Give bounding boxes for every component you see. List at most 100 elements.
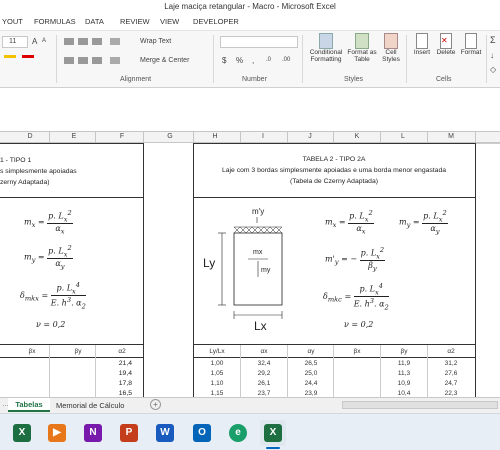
decrease-decimal-icon[interactable]: .00 xyxy=(282,57,290,63)
align-top-icon[interactable] xyxy=(64,38,74,45)
horizontal-scrollbar[interactable] xyxy=(342,401,498,409)
formula-area xyxy=(0,89,500,131)
delete-icon: ✕ xyxy=(440,33,452,49)
fill-color-icon[interactable] xyxy=(4,55,16,58)
fig-label-lx: Lx xyxy=(254,319,267,333)
table-cell[interactable]: 22,3 xyxy=(430,390,472,397)
clear-icon[interactable]: ◇ xyxy=(490,65,496,74)
number-format-dropdown[interactable] xyxy=(220,36,298,48)
format-as-table-button[interactable]: Format as Table xyxy=(346,33,378,63)
fig-label-my: my xyxy=(261,267,271,274)
col-header-f[interactable]: F xyxy=(112,133,132,140)
fill-icon[interactable]: ↓ xyxy=(490,51,494,60)
col-header-i[interactable]: I xyxy=(253,133,273,140)
col-header-l[interactable]: L xyxy=(393,133,413,140)
table-cell[interactable]: 26,1 xyxy=(243,380,285,387)
right-header-bx: βx xyxy=(353,348,361,355)
tab-review[interactable]: REVIEW xyxy=(120,17,150,26)
font-size-box[interactable]: 11 xyxy=(2,36,28,48)
col-header-j[interactable]: J xyxy=(300,133,320,140)
align-middle-icon[interactable] xyxy=(78,38,88,45)
word-taskbar-icon[interactable]: W xyxy=(156,424,174,442)
tab-developer[interactable]: DEVELOPER xyxy=(193,17,239,26)
outlook-taskbar-icon[interactable]: O xyxy=(193,424,211,442)
conditional-formatting-button[interactable]: Conditional Formatting xyxy=(306,33,346,63)
tab-formulas[interactable]: FORMULAS xyxy=(34,17,76,26)
col-header-g[interactable]: G xyxy=(160,133,180,140)
font-color-icon[interactable] xyxy=(22,55,34,58)
align-center-icon[interactable] xyxy=(78,57,88,64)
align-right-icon[interactable] xyxy=(92,57,102,64)
col-header-h[interactable]: H xyxy=(205,133,225,140)
wrap-text-button[interactable]: Wrap Text xyxy=(140,38,171,45)
excel-active-taskbar-icon[interactable]: X xyxy=(264,424,282,442)
format-as-table-icon xyxy=(355,33,369,49)
right-formula-mx: mx = p. Lx2 αx xyxy=(325,209,374,236)
table-cell[interactable]: 23,9 xyxy=(290,390,332,397)
left-caption-2: s simplesmente apoiadas xyxy=(0,168,77,175)
right-caption-1: TABELA 2 - TIPO 2A xyxy=(302,156,366,163)
shrink-font-icon[interactable]: A xyxy=(42,38,46,44)
table-cell[interactable]: 24,4 xyxy=(290,380,332,387)
table-cell[interactable]: 29,2 xyxy=(243,370,285,377)
insert-button[interactable]: Insert xyxy=(410,33,434,56)
table-cell[interactable]: 11,3 xyxy=(383,370,425,377)
sheet-tab-memorial[interactable]: Memorial de Cálculo xyxy=(56,401,124,410)
table-cell[interactable]: 24,7 xyxy=(430,380,472,387)
table-cell[interactable]: 11,9 xyxy=(383,360,425,367)
delete-button[interactable]: ✕ Delete xyxy=(434,33,458,56)
right-formula-delta: δmkc = p. Lx4 E. h3. α2 xyxy=(323,282,389,312)
active-indicator xyxy=(266,447,280,449)
styles-group-label: Styles xyxy=(344,76,364,83)
tab-data[interactable]: DATA xyxy=(85,17,104,26)
col-header-m[interactable]: M xyxy=(441,133,461,140)
onenote-taskbar-icon[interactable]: N xyxy=(84,424,102,442)
merge-center-button[interactable]: Merge & Center xyxy=(140,57,189,64)
left-cell-a2-3[interactable]: 17,8 xyxy=(100,380,132,387)
orientation-icon[interactable] xyxy=(110,38,120,45)
left-header-a2: α2 xyxy=(118,348,126,355)
powerpoint-taskbar-icon[interactable]: P xyxy=(120,424,138,442)
media-taskbar-icon[interactable]: ▶ xyxy=(48,424,66,442)
table-cell[interactable]: 10,4 xyxy=(383,390,425,397)
align-bottom-icon[interactable] xyxy=(92,38,102,45)
add-sheet-icon[interactable]: + xyxy=(150,399,161,410)
ribbon: 11 A A Wrap Text Merge & Center Alignmen… xyxy=(0,30,500,88)
table-cell[interactable]: 1,10 xyxy=(196,380,238,387)
table-cell[interactable]: 1,00 xyxy=(196,360,238,367)
table-cell[interactable]: 27,6 xyxy=(430,370,472,377)
grow-font-icon[interactable]: A xyxy=(32,37,37,46)
table-cell[interactable]: 25,0 xyxy=(290,370,332,377)
sheet-tab-tabelas[interactable]: Tabelas xyxy=(8,398,50,412)
comma-icon[interactable]: , xyxy=(252,56,254,65)
right-header-a2: α2 xyxy=(447,348,455,355)
table-cell[interactable]: 1,05 xyxy=(196,370,238,377)
percent-icon[interactable]: % xyxy=(236,56,243,65)
col-header-k[interactable]: K xyxy=(347,133,367,140)
table-cell[interactable]: 26,5 xyxy=(290,360,332,367)
increase-decimal-icon[interactable]: .0 xyxy=(266,57,271,63)
format-button[interactable]: Format xyxy=(458,33,484,56)
left-cell-a2-1[interactable]: 21,4 xyxy=(100,360,132,367)
table-cell[interactable]: 31,2 xyxy=(430,360,472,367)
indent-icon[interactable] xyxy=(110,57,120,64)
table-cell[interactable]: 10,9 xyxy=(383,380,425,387)
col-header-e[interactable]: E xyxy=(64,133,84,140)
col-header-d[interactable]: D xyxy=(20,133,40,140)
excel-taskbar-icon[interactable]: X xyxy=(13,424,31,442)
worksheet[interactable]: 1 - TIPO 1 s simplesmente apoiadas zerny… xyxy=(0,143,500,397)
edge-taskbar-icon[interactable]: e xyxy=(229,424,247,442)
currency-icon[interactable]: $ xyxy=(222,56,226,65)
table-cell[interactable]: 23,7 xyxy=(243,390,285,397)
left-cell-a2-2[interactable]: 19,4 xyxy=(100,370,132,377)
tab-view[interactable]: VIEW xyxy=(160,17,179,26)
table-cell[interactable]: 1,15 xyxy=(196,390,238,397)
cell-styles-button[interactable]: Cell Styles xyxy=(378,33,404,63)
left-cell-a2-4[interactable]: 16,5 xyxy=(100,390,132,397)
tab-layout[interactable]: YOUT xyxy=(2,17,23,26)
align-left-icon[interactable] xyxy=(64,57,74,64)
left-formula-my: my = p. Lx2 αy xyxy=(24,244,73,271)
autosum-icon[interactable]: Σ xyxy=(490,35,496,45)
table-cell[interactable]: 32,4 xyxy=(243,360,285,367)
fig-label-ly: Ly xyxy=(203,256,216,270)
